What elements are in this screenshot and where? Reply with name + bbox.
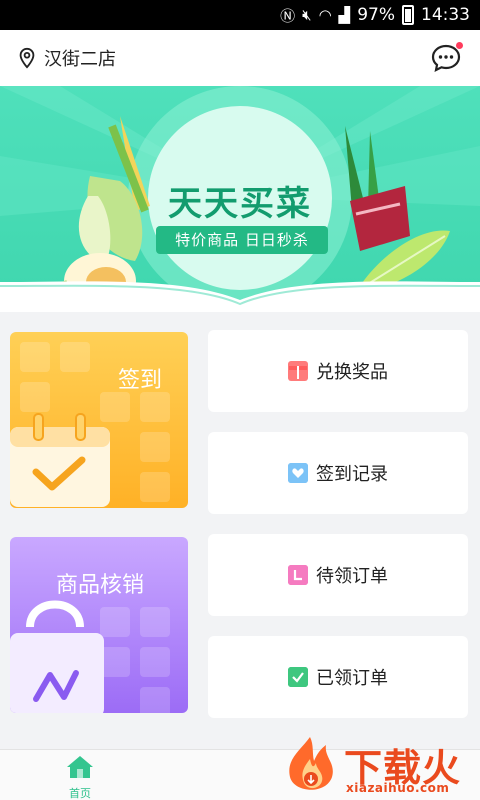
received-order-button[interactable]: 已领订单	[208, 636, 468, 718]
pending-order-button[interactable]: 待领订单	[208, 534, 468, 616]
message-button[interactable]	[430, 41, 464, 74]
check-icon	[288, 667, 308, 687]
signal-icon: ▟	[338, 6, 351, 24]
product-verify-label: 商品核销	[56, 573, 145, 598]
battery-percent: 97%	[357, 5, 395, 25]
header: 汉街二店	[0, 30, 480, 86]
received-order-label: 已领订单	[316, 668, 388, 689]
banner-title: 天天买菜	[168, 184, 312, 224]
gift-icon	[288, 361, 308, 381]
location-icon[interactable]	[16, 47, 38, 69]
product-verify-card[interactable]: 商品核销	[10, 537, 188, 713]
home-icon	[67, 756, 93, 778]
promo-banner[interactable]: 天天买菜 特价商品 日日秒杀	[0, 86, 480, 312]
mute-icon: 🔇︎	[302, 6, 312, 24]
redeem-prize-label: 兑换奖品	[316, 362, 388, 383]
shopping-bag-icon	[10, 600, 170, 713]
watermark: 下载火 xiazaihuo.com	[280, 735, 476, 797]
battery-icon	[402, 5, 414, 25]
status-bar: Ⓝ 🔇︎ ◠ ▟ 97% 14:33	[0, 0, 480, 30]
checkin-card[interactable]: 签到	[10, 332, 188, 508]
heart-icon	[288, 463, 308, 483]
watermark-url: xiazaihuo.com	[346, 781, 450, 795]
wifi-icon: ◠	[318, 6, 332, 24]
pending-order-label: 待领订单	[316, 566, 388, 587]
order-pending-icon	[288, 565, 308, 585]
unread-dot	[455, 41, 464, 50]
checkin-record-label: 签到记录	[316, 464, 388, 485]
checkin-record-button[interactable]: 签到记录	[208, 432, 468, 514]
calendar-check-icon	[10, 342, 170, 507]
redeem-prize-button[interactable]: 兑换奖品	[208, 330, 468, 412]
banner-subtitle: 特价商品 日日秒杀	[156, 226, 328, 254]
store-name[interactable]: 汉街二店	[44, 45, 116, 71]
nav-home-tab[interactable]: 首页	[58, 754, 102, 800]
clock: 14:33	[421, 5, 470, 25]
nfc-icon: Ⓝ	[280, 6, 296, 25]
flame-logo-icon	[289, 737, 333, 790]
checkin-label: 签到	[117, 368, 162, 393]
home-label: 首页	[69, 787, 91, 800]
